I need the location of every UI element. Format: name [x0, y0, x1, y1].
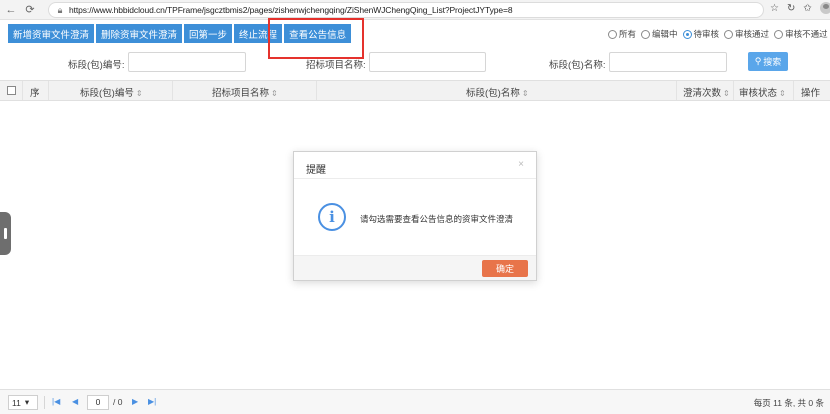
col-review-status[interactable]: 审核状态 ⇕	[739, 85, 786, 99]
status-filter: 所有 编辑中 待审核 审核通过 审核不通过	[608, 28, 828, 40]
action-toolbar: 新增资审文件澄清 删除资审文件澄清 回第一步 终止流程 查看公告信息	[8, 24, 352, 43]
col-clarify-count[interactable]: 澄清次数 ⇕	[683, 85, 730, 99]
pager-info: 每页 11 条, 共 0 条	[753, 398, 824, 408]
chevron-down-icon: ▾	[24, 397, 30, 407]
close-icon[interactable]: ×	[518, 159, 524, 170]
project-name-input[interactable]	[369, 52, 486, 72]
filter-pending[interactable]: 待审核	[682, 28, 719, 40]
sort-icon: ⇕	[271, 89, 278, 98]
dialog-message: 请勾选需要查看公告信息的资审文件澄清	[360, 214, 514, 224]
terminate-process-button[interactable]: 终止流程	[234, 24, 283, 43]
confirm-button[interactable]: 确定	[482, 260, 528, 277]
filter-all[interactable]: 所有	[608, 28, 636, 40]
page-size-select[interactable]: 11 ▾	[8, 395, 38, 410]
sync-icon[interactable]: ↻	[787, 3, 795, 14]
info-icon: i	[318, 203, 346, 231]
url-text: https://www.hbbidcloud.cn/TPFrame/jsgczt…	[69, 5, 513, 15]
last-page-icon[interactable]: ▶|	[148, 397, 156, 406]
refresh-icon[interactable]: ⟳	[22, 2, 38, 18]
table-header: 序 标段(包)编号 ⇕ 招标项目名称 ⇕ 标段(包)名称 ⇕ 澄清次数 ⇕ 审核状态 ⇕ …	[0, 80, 830, 101]
section-code-label: 标段(包)编号:	[68, 60, 125, 71]
col-operations: 操作	[801, 88, 821, 99]
section-name-input[interactable]	[609, 52, 727, 72]
dialog-title: 提醒	[306, 165, 326, 176]
dialog-footer: 确定	[294, 255, 536, 280]
filter-editing[interactable]: 编辑中	[641, 28, 678, 40]
radio-editing[interactable]	[641, 29, 651, 39]
profile-icon[interactable]	[819, 2, 830, 14]
reminder-dialog: 提醒 × i 请勾选需要查看公告信息的资审文件澄清 确定	[293, 151, 537, 281]
browser-toolbar: ← ⟳ 🔒︎ https://www.hbbidcloud.cn/TPFrame…	[0, 0, 830, 20]
radio-all[interactable]	[608, 29, 617, 39]
sort-icon: ⇕	[521, 89, 529, 98]
page-number-input[interactable]: 0	[87, 395, 109, 410]
select-all-checkbox[interactable]	[7, 86, 16, 95]
filter-approved[interactable]: 审核通过	[724, 28, 769, 40]
col-section-name[interactable]: 标段(包)名称 ⇕	[466, 85, 529, 99]
col-section-code[interactable]: 标段(包)编号 ⇕	[80, 85, 143, 99]
sort-icon: ⇕	[723, 89, 730, 98]
first-page-icon[interactable]: |◀	[52, 397, 60, 406]
filter-rejected[interactable]: 审核不通过	[774, 28, 828, 40]
search-icon: ⚲	[754, 56, 762, 66]
view-announcement-button[interactable]: 查看公告信息	[284, 24, 352, 43]
side-panel-handle[interactable]	[0, 212, 11, 255]
back-to-first-step-button[interactable]: 回第一步	[184, 24, 233, 43]
col-index: 序	[30, 88, 40, 99]
radio-pending[interactable]	[682, 29, 692, 39]
delete-clarification-button[interactable]: 删除资审文件澄清	[96, 24, 183, 43]
sort-icon: ⇕	[779, 89, 786, 98]
lock-icon: 🔒︎	[57, 4, 63, 15]
project-name-label: 招标项目名称:	[306, 60, 366, 71]
pagination-bar: 11 ▾ |◀ ◀ 0 / 0 ▶ ▶| 每页 11 条, 共 0 条	[0, 389, 830, 414]
col-project-name[interactable]: 招标项目名称 ⇕	[212, 85, 278, 99]
address-bar[interactable]: 🔒︎ https://www.hbbidcloud.cn/TPFrame/jsg…	[48, 2, 764, 18]
add-clarification-button[interactable]: 新增资审文件澄清	[8, 24, 95, 43]
radio-rejected[interactable]	[774, 29, 784, 39]
favorites-icon[interactable]: ✩	[803, 3, 811, 14]
total-pages: / 0	[113, 397, 123, 407]
section-name-label: 标段(包)名称:	[549, 60, 606, 71]
star-icon[interactable]: ☆	[770, 3, 779, 14]
next-page-icon[interactable]: ▶	[132, 397, 138, 406]
sort-icon: ⇕	[135, 89, 143, 98]
prev-page-icon[interactable]: ◀	[72, 397, 78, 406]
search-form: 标段(包)编号: 招标项目名称: 标段(包)名称: ⚲ 搜索	[0, 50, 830, 74]
back-arrow-icon[interactable]: ←	[3, 2, 19, 18]
search-button[interactable]: ⚲ 搜索	[748, 52, 788, 71]
radio-approved[interactable]	[724, 29, 734, 39]
section-code-input[interactable]	[128, 52, 246, 72]
